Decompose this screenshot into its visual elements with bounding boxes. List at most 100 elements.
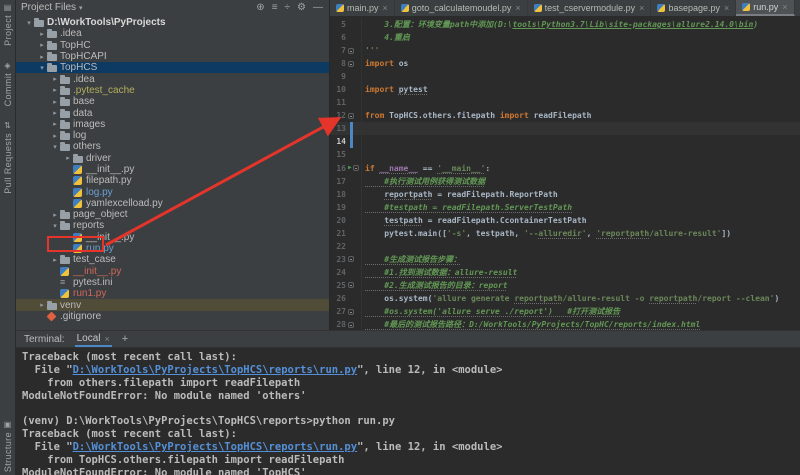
locate-icon[interactable]: ⊕: [256, 2, 264, 13]
expand-all-icon[interactable]: ÷: [285, 2, 291, 13]
chevron-down-icon[interactable]: ▾: [24, 19, 34, 27]
project-tree[interactable]: ▾ D:\WorkTools\PyProjects ▸ .idea ▸ TopHC ▸ Top…: [16, 15, 329, 330]
tree-item-reports[interactable]: ▾ reports: [16, 220, 329, 231]
code-text: [361, 70, 365, 84]
close-icon[interactable]: ×: [782, 2, 787, 12]
project-panel: Project Files ▾ ⊕ ≡ ÷ ⚙ — ▾ D:\WorkTools\PyPr…: [16, 0, 330, 330]
tree-item-run1-py[interactable]: run1.py: [16, 288, 329, 299]
line-number: 8: [341, 59, 346, 69]
chevron-right-icon[interactable]: ▸: [63, 154, 73, 162]
python-file-icon: [73, 165, 85, 174]
tool-button-pull-requests[interactable]: ⇅ Pull Requests: [3, 122, 13, 194]
tree-item-driver[interactable]: ▸ driver: [16, 153, 329, 164]
chevron-down-icon[interactable]: ▾: [50, 143, 60, 151]
chevron-down-icon[interactable]: ▾: [37, 64, 47, 72]
close-icon[interactable]: ×: [515, 3, 520, 13]
close-icon[interactable]: ×: [724, 3, 729, 13]
fold-icon[interactable]: [348, 112, 354, 119]
fold-icon[interactable]: [348, 47, 354, 54]
tree-item-log-py[interactable]: log.py: [16, 186, 329, 198]
chevron-down-icon[interactable]: ▾: [50, 222, 60, 230]
close-icon[interactable]: ×: [383, 3, 388, 13]
chevron-right-icon[interactable]: ▸: [50, 256, 60, 264]
tab-filepath-py[interactable]: filepath.py×: [795, 0, 800, 16]
tree-item-data[interactable]: ▸ data: [16, 107, 329, 119]
collapse-all-icon[interactable]: ≡: [272, 2, 278, 13]
tree-item-run-py[interactable]: run.py: [16, 243, 329, 254]
chevron-right-icon[interactable]: ▸: [37, 30, 47, 38]
tool-button-commit[interactable]: ◈ Commit: [3, 61, 13, 106]
tree-item-label: page_object: [73, 209, 128, 221]
chevron-right-icon[interactable]: ▸: [50, 120, 60, 128]
tree-item-others[interactable]: ▾ others: [16, 141, 329, 152]
tab-basepage-py[interactable]: basepage.py ×: [651, 0, 737, 16]
tree-item-pytest-cache[interactable]: ▸ .pytest_cache: [16, 85, 329, 96]
tree-item-log[interactable]: ▸ log: [16, 130, 329, 141]
fold-icon[interactable]: [348, 308, 354, 315]
terminal-tab-local[interactable]: Local ×: [74, 331, 112, 347]
tree-item-init-py[interactable]: __init__.py: [16, 266, 329, 277]
tree-item-base[interactable]: ▸ base: [16, 96, 329, 107]
tab-main-py[interactable]: main.py ×: [330, 0, 395, 16]
file-link[interactable]: D:\WorkTools\PyProjects\TopHCS\reports\r…: [73, 364, 357, 376]
tree-item-d-worktools-pyprojects[interactable]: ▾ D:\WorkTools\PyProjects: [16, 17, 329, 28]
code-area[interactable]: 5 3.配置：环境变量path中添加(D:\ tools\Python3.7\Li…: [330, 16, 800, 330]
fold-icon[interactable]: [348, 60, 354, 67]
tree-item-label: yamlexcelload.py: [86, 197, 163, 209]
tree-item-page-object[interactable]: ▸ page_object: [16, 209, 329, 220]
fold-icon[interactable]: [348, 282, 354, 289]
new-terminal-button[interactable]: +: [122, 333, 128, 345]
code-text: import pytest: [361, 83, 428, 97]
tree-item-init-py[interactable]: __init__.py: [16, 164, 329, 175]
project-view-selector[interactable]: Project Files ▾: [21, 2, 83, 13]
tree-item-tophcapi[interactable]: ▸ TopHCAPI: [16, 51, 329, 62]
tab-run-py[interactable]: run.py ×: [736, 0, 795, 16]
chevron-right-icon[interactable]: ▸: [50, 75, 60, 83]
fold-icon[interactable]: [348, 256, 354, 263]
tree-item-idea[interactable]: ▸ .idea: [16, 73, 329, 85]
python-file-icon: [73, 232, 85, 242]
code-line-17: 17 #执行测试用例获得测试数据: [330, 174, 800, 188]
tree-item-tophcs[interactable]: ▾ TopHCS: [16, 62, 329, 74]
tree-item-venv[interactable]: ▸ venv: [16, 299, 329, 311]
code-text: #testpath = readFilepath.ServerTestPath: [361, 200, 572, 214]
chevron-right-icon[interactable]: ▸: [37, 53, 47, 61]
tree-item-gitignore[interactable]: .gitignore: [16, 311, 329, 322]
tab-test-cservermodule-py[interactable]: test_cservermodule.py ×: [528, 0, 652, 16]
close-icon[interactable]: ×: [639, 3, 644, 13]
tree-item-pytest-ini[interactable]: ≡ pytest.ini: [16, 277, 329, 288]
tree-item-label: test_case: [73, 254, 116, 266]
code-line-5: 5 3.配置：环境变量path中添加(D:\ tools\Python3.7\Li…: [330, 18, 800, 32]
code-text: #最后的测试报告路径：D:/WorkTools/PyProjects/TopHC…: [361, 318, 700, 330]
file-link[interactable]: D:\WorkTools\PyProjects\TopHCS\reports\r…: [73, 441, 357, 453]
terminal-label: Terminal:: [24, 333, 65, 345]
chevron-right-icon[interactable]: ▸: [50, 211, 60, 219]
fold-icon[interactable]: [348, 321, 354, 328]
tree-item-test-case[interactable]: ▸ test_case: [16, 254, 329, 265]
chevron-right-icon[interactable]: ▸: [50, 98, 60, 106]
settings-icon[interactable]: ⚙: [297, 2, 306, 13]
tree-item-yamlexcelload-py[interactable]: yamlexcelload.py: [16, 198, 329, 209]
python-file-icon: [73, 187, 85, 197]
tree-item-init-py[interactable]: __init__.py: [16, 232, 329, 243]
tool-button-structure[interactable]: ▣ Structure: [3, 420, 13, 472]
run-icon[interactable]: ▶: [348, 165, 352, 171]
chevron-right-icon[interactable]: ▸: [50, 132, 60, 140]
tree-item-tophc[interactable]: ▸ TopHC: [16, 40, 329, 51]
tree-item-idea[interactable]: ▸ .idea: [16, 28, 329, 39]
line-number: 5: [341, 20, 346, 30]
code-text: #2.生成测试报告的目录：report: [361, 278, 508, 292]
tree-item-images[interactable]: ▸ images: [16, 119, 329, 130]
chevron-right-icon[interactable]: ▸: [37, 301, 47, 309]
tree-item-filepath-py[interactable]: filepath.py: [16, 175, 329, 186]
close-icon[interactable]: ×: [104, 334, 109, 344]
terminal-output[interactable]: Traceback (most recent call last): File …: [16, 348, 800, 475]
tab-goto-calculatemoudel-py[interactable]: goto_calculatemoudel.py ×: [395, 0, 528, 16]
chevron-right-icon[interactable]: ▸: [50, 109, 60, 117]
tool-button-project[interactable]: ▤ Project: [3, 4, 13, 46]
fold-icon[interactable]: [352, 165, 359, 172]
line-number: 6: [341, 33, 346, 43]
hide-icon[interactable]: —: [313, 2, 323, 13]
chevron-right-icon[interactable]: ▸: [37, 41, 47, 49]
chevron-right-icon[interactable]: ▸: [50, 86, 60, 94]
